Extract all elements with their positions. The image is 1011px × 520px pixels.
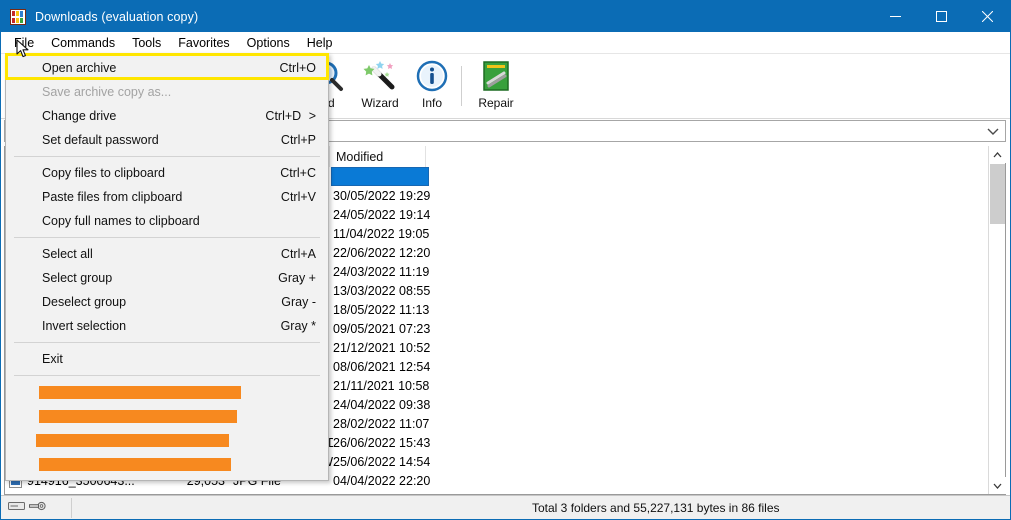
- cell-modified: 24/04/2022 09:38: [333, 397, 431, 412]
- menu-item-accelerator: Gray -: [281, 295, 316, 309]
- cell-modified: 08/06/2021 12:54: [333, 359, 431, 374]
- menu-tools[interactable]: Tools: [124, 34, 169, 52]
- cell-modified: 21/12/2021 10:52: [333, 340, 431, 355]
- cell-modified: 11/04/2022 19:05: [333, 226, 430, 241]
- menu-item-accelerator: Ctrl+C: [280, 166, 316, 180]
- menu-separator: [14, 237, 320, 238]
- vertical-scrollbar[interactable]: [988, 146, 1006, 494]
- cell-modified: 26/06/2022 15:43: [333, 435, 431, 450]
- menu-item-set-default-password[interactable]: Set default password Ctrl+P: [6, 128, 328, 152]
- menu-options[interactable]: Options: [239, 34, 298, 52]
- scrollbar-thumb[interactable]: [990, 164, 1005, 224]
- redaction-bar: [39, 458, 231, 471]
- menu-separator: [14, 156, 320, 157]
- cell-modified: 24/05/2022 19:14: [333, 207, 431, 222]
- cell-modified: 18/05/2022 11:13: [333, 302, 430, 317]
- menu-item-select-all[interactable]: Select all Ctrl+A: [6, 242, 328, 266]
- menu-item-label: Invert selection: [42, 319, 127, 333]
- menu-item-label: Exit: [42, 352, 63, 366]
- winrar-books-icon: [10, 8, 26, 25]
- menu-item-label: Select group: [42, 271, 113, 285]
- cell-modified: 28/02/2022 11:07: [333, 416, 430, 431]
- menu-item-accelerator: Ctrl+O: [279, 61, 316, 75]
- menu-item-select-group[interactable]: Select group Gray +: [6, 266, 328, 290]
- column-header-blank: [426, 146, 990, 167]
- drive-icon[interactable]: [8, 499, 25, 517]
- toolbar-wizard-label: Wizard: [361, 96, 399, 110]
- menu-item-paste-files-from-clipboard[interactable]: Paste files from clipboard Ctrl+V: [6, 185, 328, 209]
- menu-item-accelerator: Ctrl+V: [280, 190, 316, 204]
- menu-item-accelerator: Gray *: [280, 319, 316, 333]
- menu-item-accelerator: Gray +: [278, 271, 316, 285]
- menu-item-label: Save archive copy as...: [42, 85, 172, 99]
- window-controls: [872, 1, 1010, 32]
- status-bar-icons: [8, 499, 46, 517]
- recent-archives-redacted-list: [6, 380, 328, 478]
- scroll-down-icon[interactable]: [989, 477, 1006, 494]
- menu-item-copy-files-to-clipboard[interactable]: Copy files to clipboard Ctrl+C: [6, 161, 328, 185]
- cell-modified: 22/06/2022 12:20: [333, 245, 431, 260]
- menu-item-save-archive-copy-as: Save archive copy as...: [6, 80, 328, 104]
- redaction-bar: [39, 386, 241, 399]
- cell-modified: 13/03/2022 08:55: [333, 283, 431, 298]
- repair-book-icon: [479, 58, 513, 94]
- menu-item-invert-selection[interactable]: Invert selection Gray *: [6, 314, 328, 338]
- status-bar: Total 3 folders and 55,227,131 bytes in …: [1, 495, 1010, 519]
- key-icon[interactable]: [29, 499, 46, 517]
- cell-modified: 25/06/2022 14:54: [333, 454, 431, 469]
- chevron-down-icon[interactable]: [985, 124, 1001, 140]
- redaction-bar: [36, 434, 229, 447]
- menu-item-deselect-group[interactable]: Deselect group Gray -: [6, 290, 328, 314]
- menu-separator: [14, 375, 320, 376]
- menu-help[interactable]: Help: [299, 34, 341, 52]
- menu-item-label: Copy files to clipboard: [42, 166, 165, 180]
- toolbar-separator: [461, 66, 462, 106]
- scroll-up-icon[interactable]: [989, 146, 1006, 163]
- menu-item-copy-full-names-to-clipboard[interactable]: Copy full names to clipboard: [6, 209, 328, 233]
- menu-item-label: Open archive: [42, 61, 117, 75]
- status-bar-text: Total 3 folders and 55,227,131 bytes in …: [532, 500, 780, 515]
- row-selection-highlight: [331, 167, 429, 186]
- window-title: Downloads (evaluation copy): [35, 9, 199, 24]
- toolbar-info-button[interactable]: Info: [401, 58, 463, 116]
- menu-item-open-archive[interactable]: Open archive Ctrl+O: [6, 56, 328, 80]
- menu-commands[interactable]: Commands: [43, 34, 123, 52]
- maximize-button[interactable]: [918, 1, 964, 32]
- menu-item-label: Paste files from clipboard: [42, 190, 183, 204]
- menu-item-label: Set default password: [42, 133, 159, 147]
- menu-item-change-drive[interactable]: Change drive Ctrl+D >: [6, 104, 328, 128]
- toolbar-repair-button[interactable]: Repair: [465, 58, 527, 116]
- menu-separator: [14, 342, 320, 343]
- redaction-bar: [39, 410, 237, 423]
- minimize-button[interactable]: [872, 1, 918, 32]
- menu-item-exit[interactable]: Exit: [6, 347, 328, 371]
- cell-modified: 24/03/2022 11:19: [333, 264, 430, 279]
- cell-modified: 30/05/2022 19:29: [333, 188, 431, 203]
- toolbar-repair-label: Repair: [478, 96, 514, 110]
- menu-bar: File Commands Tools Favorites Options He…: [1, 32, 1010, 54]
- status-bar-divider: [71, 498, 72, 518]
- toolbar-info-label: Info: [421, 96, 442, 110]
- title-bar: Downloads (evaluation copy): [1, 1, 1010, 32]
- submenu-arrow-icon: >: [308, 109, 316, 123]
- menu-item-accelerator: Ctrl+P: [280, 133, 316, 147]
- menu-item-label: Change drive: [42, 109, 117, 123]
- cell-modified: 21/11/2021 10:58: [333, 378, 430, 393]
- cell-modified: 04/04/2022 22:20: [333, 473, 431, 488]
- file-menu-dropdown: Open archive Ctrl+O Save archive copy as…: [5, 53, 329, 481]
- menu-item-accelerator: Ctrl+D >: [265, 109, 316, 123]
- info-circle-icon: [415, 58, 449, 94]
- menu-file[interactable]: File: [6, 34, 42, 52]
- menu-item-label: Copy full names to clipboard: [42, 214, 200, 228]
- menu-item-label: Deselect group: [42, 295, 127, 309]
- cell-modified: 09/05/2021 07:23: [333, 321, 431, 336]
- menu-item-accelerator: Ctrl+A: [280, 247, 316, 261]
- column-header-modified[interactable]: Modified: [330, 146, 426, 167]
- wizard-wand-icon: [362, 58, 398, 94]
- close-button[interactable]: [964, 1, 1010, 32]
- menu-item-label: Select all: [42, 247, 93, 261]
- menu-favorites[interactable]: Favorites: [170, 34, 237, 52]
- winrar-window: Downloads (evaluation copy) File Command…: [0, 0, 1011, 520]
